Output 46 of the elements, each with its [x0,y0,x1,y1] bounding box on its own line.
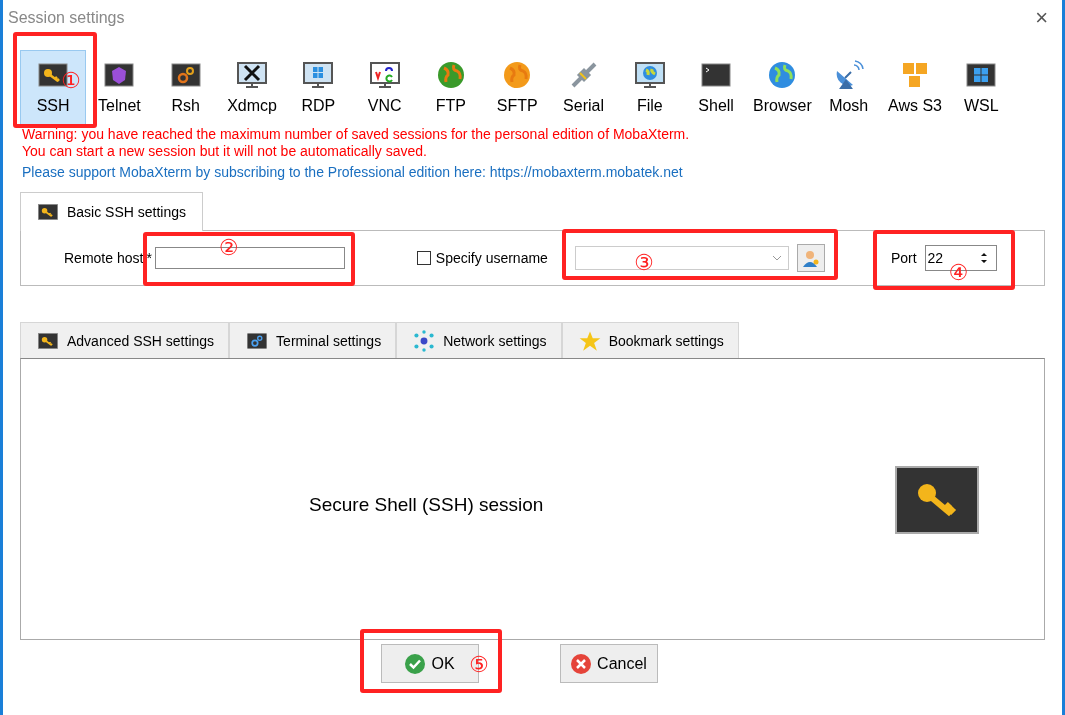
annotation-number: ② [218,237,239,259]
window-title: Session settings [8,9,125,27]
session-type-button[interactable]: WSL [948,50,1015,125]
required-mark: * [146,250,152,266]
specify-username-checkbox[interactable]: Specify username [416,250,548,266]
key-icon [895,466,979,534]
session-type-button[interactable]: Telnet [86,50,153,125]
session-description: Secure Shell (SSH) session [309,494,544,516]
session-type-button[interactable]: Shell [682,50,750,125]
session-type-button[interactable]: Rsh [152,50,219,125]
session-type-button[interactable]: File [616,50,683,125]
field-label: Remote host [64,250,144,266]
user-key-button[interactable] [796,244,825,272]
session-type-button[interactable]: FTP [417,50,485,125]
network-icon [413,329,436,352]
session-type-button[interactable]: VNC [351,50,418,125]
session-type-button[interactable]: SFTP [484,50,551,125]
settings-tab[interactable]: Bookmark settings [561,322,739,358]
warning-text: You can start a new session but it will not be automatically saved. [22,143,428,160]
monitor-icon [302,59,335,91]
chevron-down-icon [771,255,782,261]
support-text: Please support MobaXterm by subscribing to the Professional edition here: [22,164,487,180]
monitor-icon [633,59,666,91]
settings-tab[interactable]: Network settings [396,322,562,358]
settings-tab[interactable]: Basic SSH settings [20,192,204,231]
close-button[interactable]: × [1031,5,1052,31]
checkmark-icon [405,653,426,674]
key-icon [37,201,59,223]
monitor-icon [368,59,401,91]
close-icon [571,653,592,674]
user-icon [800,248,821,268]
session-type-button[interactable]: Mosh [815,50,882,125]
settings-tab[interactable]: Terminal settings [229,322,397,358]
session-type-button[interactable]: Browser [749,50,816,125]
warning-text: Warning: you have reached the maximum number of saved sessions for the personal edition of MobaXterm. [22,126,691,143]
monitor-icon [236,59,269,91]
spin-arrows-icon [979,251,988,265]
session-type-button[interactable]: Aws S3 [881,50,949,125]
session-type-button[interactable]: Xdmcp [218,50,286,125]
settings-tab[interactable]: Advanced SSH settings [20,322,230,358]
support-link[interactable]: https://mobaxterm.mobatek.net [489,164,683,180]
session-type-button[interactable]: Serial [550,50,617,125]
session-type-button[interactable]: RDP [285,50,352,125]
field-label: Port [890,250,917,266]
cancel-button[interactable]: Cancel [560,644,658,683]
annotation-number: ③ [633,252,654,274]
